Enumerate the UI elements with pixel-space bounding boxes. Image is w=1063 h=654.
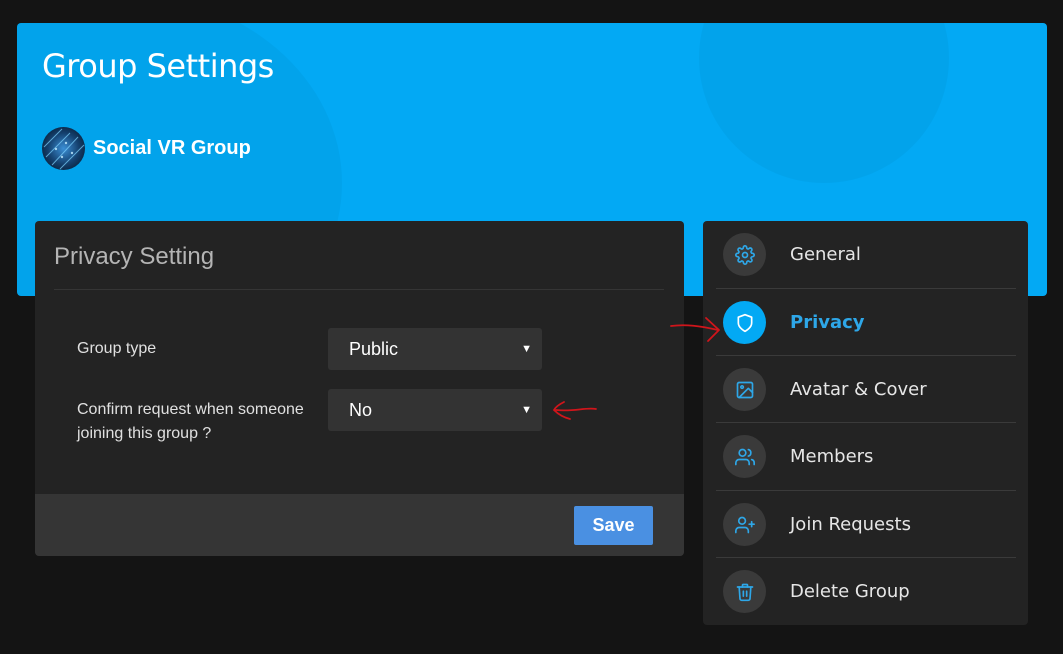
confirm-request-value: No [349, 399, 373, 420]
group-type-row: Group type [77, 337, 156, 361]
confirm-request-label: Confirm request when someone joining thi… [77, 401, 304, 442]
group-type-select[interactable]: Public ▼ [328, 328, 542, 370]
confirm-request-select[interactable]: No ▼ [328, 389, 542, 431]
nav-item-general[interactable]: General [716, 221, 1016, 288]
group-name: Social VR Group [93, 137, 251, 159]
group-info: Social VR Group [42, 127, 251, 170]
page-title: Group Settings [42, 47, 274, 85]
confirm-request-row: Confirm request when someone joining thi… [77, 398, 307, 446]
nav-item-delete-group[interactable]: Delete Group [716, 558, 1016, 625]
nav-item-join-requests[interactable]: Join Requests [716, 491, 1016, 558]
privacy-settings-card: Privacy Setting Group type Public ▼ Conf… [35, 221, 684, 556]
group-type-value: Public [349, 338, 399, 359]
gear-icon [723, 233, 766, 276]
caret-down-icon: ▼ [521, 404, 532, 416]
caret-down-icon: ▼ [521, 343, 532, 355]
user-plus-icon [723, 503, 766, 546]
save-button[interactable]: Save [574, 506, 653, 545]
users-icon [723, 435, 766, 478]
shield-icon [723, 301, 766, 344]
nav-item-members[interactable]: Members [716, 423, 1016, 490]
header-decoration [699, 23, 949, 183]
trash-icon [723, 570, 766, 613]
nav-label-members: Members [790, 446, 874, 467]
nav-label-general: General [790, 244, 861, 265]
nav-item-privacy[interactable]: Privacy [716, 289, 1016, 356]
divider [54, 289, 664, 290]
group-avatar[interactable] [42, 127, 85, 170]
nav-label-privacy: Privacy [790, 312, 865, 333]
nav-label-join-requests: Join Requests [790, 514, 911, 535]
settings-nav: General Privacy Avatar & Cover Members J… [703, 221, 1028, 625]
group-type-label: Group type [77, 340, 157, 357]
nav-label-delete-group: Delete Group [790, 581, 910, 602]
card-title: Privacy Setting [54, 243, 215, 270]
image-icon [723, 368, 766, 411]
card-footer: Save [35, 494, 684, 556]
nav-label-avatar-cover: Avatar & Cover [790, 379, 927, 400]
nav-item-avatar-cover[interactable]: Avatar & Cover [716, 356, 1016, 423]
